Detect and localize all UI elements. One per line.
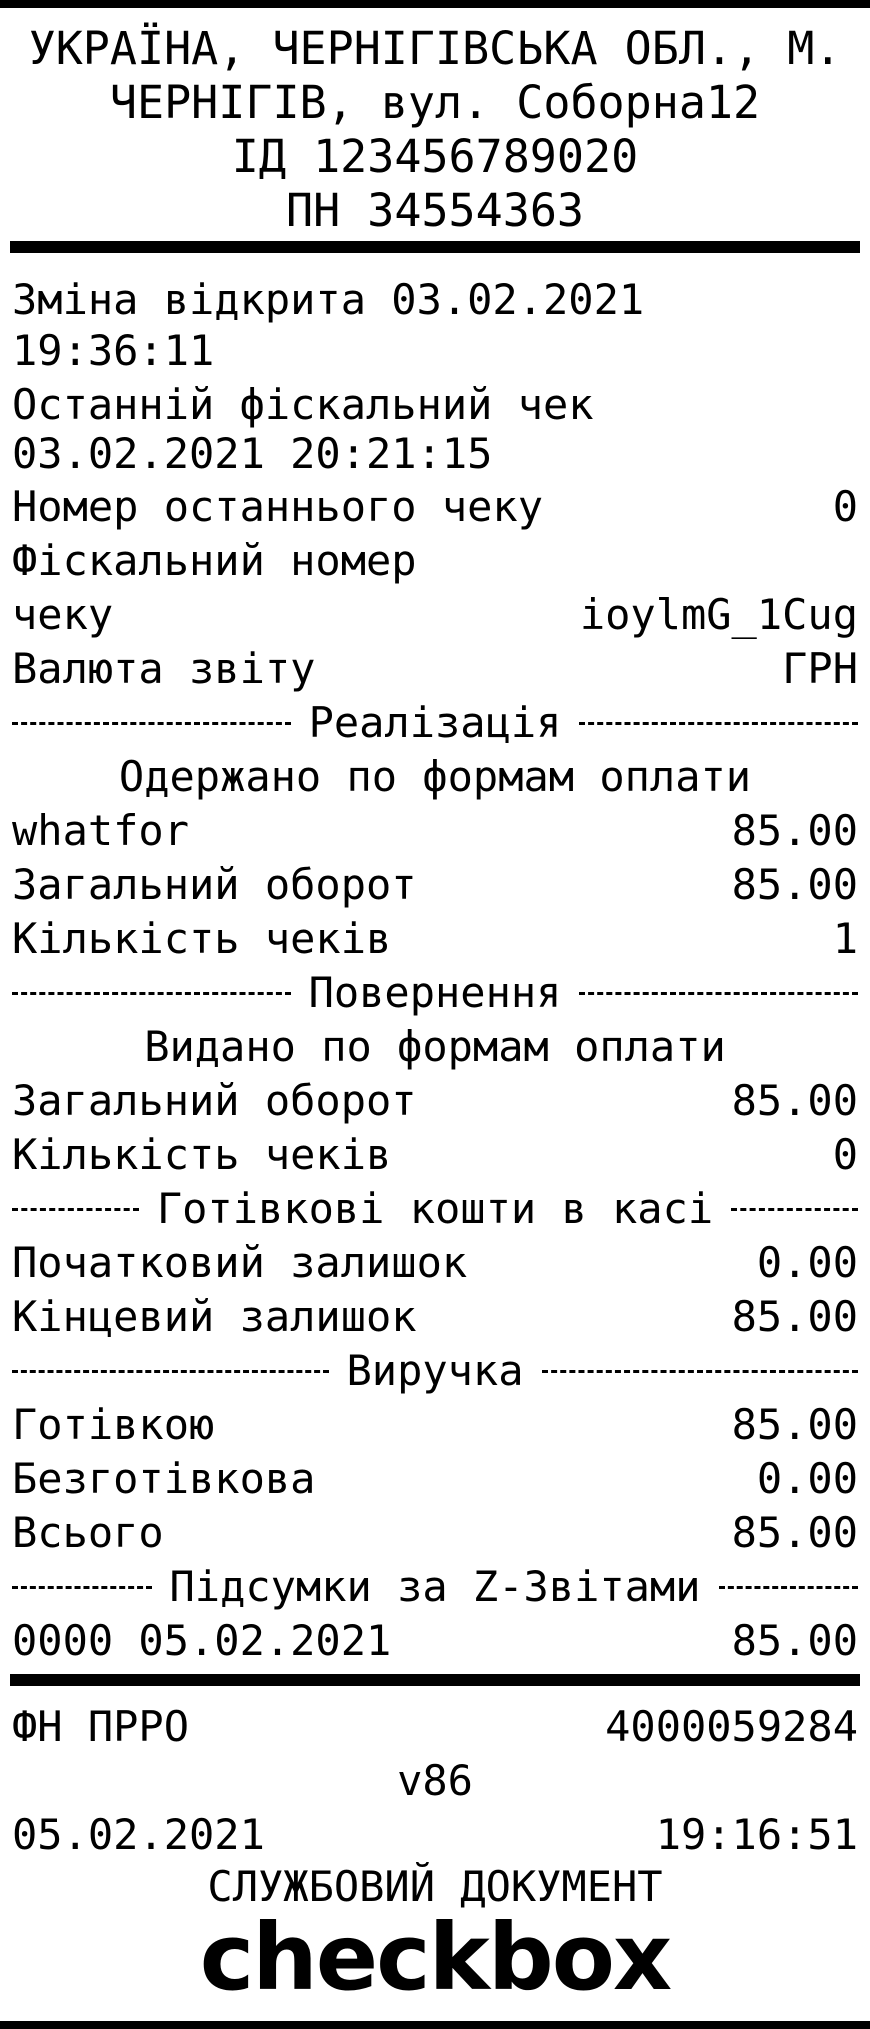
report-date: 05.02.2021 [12, 1810, 265, 1859]
software-version: v86 [397, 1756, 473, 1805]
returns-receipts-label: Кількість чеків [12, 1130, 392, 1179]
shift-opened: Зміна відкрита 03.02.2021 [12, 275, 645, 324]
returns-turnover-label: Загальний оборот [12, 1076, 417, 1125]
cash-section-title: Готівкові кошти в касі [156, 1184, 714, 1233]
revenue-cash-value: 85.00 [731, 1400, 858, 1449]
receipt-header: УКРАЇНА, ЧЕРНІГІВСЬКА ОБЛ., М. ЧЕРНІГІВ,… [0, 22, 870, 238]
sales-receipts-value: 1 [832, 914, 858, 963]
dash-rule [718, 1585, 858, 1589]
cash-closing-label: Кінцевий залишок [12, 1292, 417, 1341]
last-receipt-number-row: Номер останнього чеку 0 [12, 480, 858, 534]
cash-section-header: Готівкові кошти в касі [12, 1182, 858, 1236]
dash-rule [12, 1369, 329, 1373]
checkbox-logo: checkbox [199, 1904, 673, 2011]
revenue-total-value: 85.00 [731, 1508, 858, 1557]
returns-section-header: Повернення [12, 966, 858, 1020]
revenue-cashless-label: Безготівкова [12, 1454, 316, 1503]
sales-receipts-label: Кількість чеків [12, 914, 392, 963]
sales-payment-name: whatfor [12, 806, 190, 855]
sales-payments-title: Одержано по формам оплати [118, 752, 752, 801]
returns-turnover-value: 85.00 [731, 1076, 858, 1125]
report-time: 19:16:51 [655, 1810, 858, 1859]
fiscal-number-row: чеку ioylmG_1Cug [12, 588, 858, 642]
revenue-cash-label: Готівкою [12, 1400, 215, 1449]
dash-rule [579, 721, 858, 725]
sales-receipts-row: Кількість чеків 1 [12, 912, 858, 966]
last-receipt-number-value: 0 [832, 482, 858, 531]
bottom-divider [10, 1674, 860, 1686]
dash-rule [541, 1369, 858, 1373]
dash-rule [12, 1585, 152, 1589]
sales-section-title: Реалізація [308, 698, 562, 747]
sales-turnover-row: Загальний оборот 85.00 [12, 858, 858, 912]
header-address-line-2: ЧЕРНІГІВ, вул. Соборна12 [109, 76, 761, 129]
fiscal-number-value: ioylmG_1Cug [579, 590, 858, 639]
sales-turnover-value: 85.00 [731, 860, 858, 909]
revenue-total-row: Всього 85.00 [12, 1506, 858, 1560]
cash-opening-value: 0.00 [756, 1238, 858, 1287]
z-report-value: 85.00 [731, 1616, 858, 1665]
dash-rule [579, 991, 858, 995]
last-receipt-number-label: Номер останнього чеку [12, 482, 544, 531]
z-report-id-date: 0000 05.02.2021 [12, 1616, 392, 1665]
revenue-section-header: Виручка [12, 1344, 858, 1398]
dash-rule [731, 1207, 858, 1211]
prro-value: 4000059284 [605, 1702, 858, 1751]
last-fiscal-label: Останній фіскальний чек [12, 380, 594, 429]
sales-payment-row: whatfor 85.00 [12, 804, 858, 858]
top-divider [10, 241, 860, 253]
revenue-cash-row: Готівкою 85.00 [12, 1398, 858, 1452]
returns-section-title: Повернення [308, 968, 562, 1017]
receipt: УКРАЇНА, ЧЕРНІГІВСЬКА ОБЛ., М. ЧЕРНІГІВ,… [0, 0, 870, 2029]
header-tax-number: ПН 34554363 [285, 184, 584, 237]
currency-value: ГРН [782, 644, 858, 693]
returns-turnover-row: Загальний оборот 85.00 [12, 1074, 858, 1128]
returns-payments-title: Видано по формам оплати [144, 1022, 726, 1071]
fiscal-number-label-cont: чеку [12, 590, 114, 639]
last-fiscal-datetime: 03.02.2021 20:21:15 [12, 429, 493, 478]
cash-closing-row: Кінцевий залишок 85.00 [12, 1290, 858, 1344]
fiscal-number-label: Фіскальний номер [12, 536, 417, 585]
currency-label: Валюта звіту [12, 644, 316, 693]
z-reports-section-title: Підсумки за Z-Звітами [169, 1562, 701, 1611]
revenue-cashless-value: 0.00 [756, 1454, 858, 1503]
returns-receipts-value: 0 [832, 1130, 858, 1179]
report-datetime-row: 05.02.2021 19:16:51 [12, 1808, 858, 1862]
dash-rule [12, 991, 291, 995]
returns-receipts-row: Кількість чеків 0 [12, 1128, 858, 1182]
sales-turnover-label: Загальний оборот [12, 860, 417, 909]
currency-row: Валюта звіту ГРН [12, 642, 858, 696]
header-id: ІД 123456789020 [231, 130, 639, 183]
z-report-row: 0000 05.02.2021 85.00 [12, 1614, 858, 1668]
dash-rule [12, 1207, 139, 1211]
shift-opened-time: 19:36:11 [12, 326, 215, 375]
revenue-total-label: Всього [12, 1508, 164, 1557]
header-address-line-1: УКРАЇНА, ЧЕРНІГІВСЬКА ОБЛ., М. [28, 22, 842, 75]
prro-label: ФН ПРРО [12, 1702, 190, 1751]
z-reports-section-header: Підсумки за Z-Звітами [12, 1560, 858, 1614]
sales-section-header: Реалізація [12, 696, 858, 750]
revenue-cashless-row: Безготівкова 0.00 [12, 1452, 858, 1506]
prro-row: ФН ПРРО 4000059284 [12, 1700, 858, 1754]
cash-opening-label: Початковий залишок [12, 1238, 468, 1287]
sales-payment-value: 85.00 [731, 806, 858, 855]
cash-closing-value: 85.00 [731, 1292, 858, 1341]
dash-rule [12, 721, 291, 725]
cash-opening-row: Початковий залишок 0.00 [12, 1236, 858, 1290]
revenue-section-title: Виручка [346, 1346, 524, 1395]
